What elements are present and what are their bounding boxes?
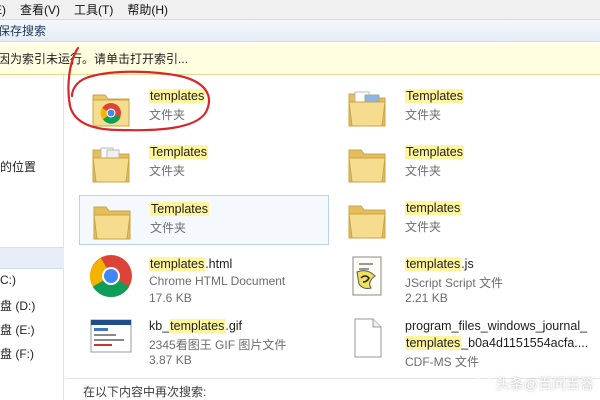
result-item[interactable]: kb_templates.gif 2345看图王 GIF 图片文件 3.87 K… bbox=[79, 313, 329, 371]
folder-icon bbox=[345, 86, 389, 130]
result-item[interactable]: templates 文件夹 bbox=[335, 195, 585, 245]
menu-bar: E) 查看(V) 工具(T) 帮助(H) bbox=[0, 0, 600, 20]
result-item[interactable]: Templates 文件夹 bbox=[79, 139, 329, 189]
result-item[interactable]: templates.html Chrome HTML Document 17.6… bbox=[79, 251, 329, 309]
result-type: 文件夹 bbox=[405, 108, 442, 122]
document-icon bbox=[345, 316, 389, 360]
nav-item-drive-f[interactable]: 盘 (F:) bbox=[0, 345, 34, 362]
result-type: CDF-MS 文件 bbox=[405, 355, 479, 369]
result-name: Templates bbox=[405, 145, 464, 159]
nav-item-drive-e[interactable]: 盘 (E:) bbox=[0, 321, 35, 338]
navigation-pane: 的位置 C:) 盘 (D:) 盘 (E:) 盘 (F:) bbox=[0, 75, 64, 400]
result-item[interactable]: templates.js JScript Script 文件 2.21 KB bbox=[335, 251, 585, 309]
result-type: 文件夹 bbox=[149, 108, 186, 122]
result-type: 2345看图王 GIF 图片文件 bbox=[149, 338, 287, 352]
result-type: 文件夹 bbox=[405, 220, 442, 234]
result-type: Chrome HTML Document bbox=[149, 274, 286, 288]
jscript-icon bbox=[345, 254, 389, 298]
result-item[interactable]: Templates 文件夹 bbox=[335, 139, 585, 189]
result-item-selected[interactable]: Templates 文件夹 bbox=[79, 195, 329, 245]
menu-help[interactable]: 帮助(H) bbox=[120, 0, 175, 20]
folder-icon bbox=[90, 199, 134, 243]
watermark: 头条@百问百答 bbox=[476, 374, 594, 394]
result-name: Templates bbox=[405, 89, 464, 103]
result-name-line1: program_files_windows_journal_ bbox=[405, 319, 588, 333]
result-size: 2.21 KB bbox=[405, 291, 448, 305]
result-size: 17.6 KB bbox=[149, 291, 192, 305]
result-item[interactable]: templates 文件夹 bbox=[79, 83, 329, 133]
result-name: templates bbox=[405, 201, 462, 215]
index-info-bar[interactable]: 因为索引未运行。请单击打开索引... bbox=[0, 43, 600, 75]
result-name: Templates bbox=[149, 145, 208, 159]
result-size: 3.87 KB bbox=[149, 353, 192, 367]
chrome-icon bbox=[89, 254, 133, 298]
command-bar: 保存搜索 bbox=[0, 20, 600, 42]
menu-view[interactable]: 查看(V) bbox=[13, 0, 67, 20]
nav-item-location[interactable]: 的位置 bbox=[0, 158, 36, 175]
folder-icon bbox=[345, 198, 389, 242]
index-info-text: 因为索引未运行。请单击打开索引... bbox=[0, 52, 189, 66]
result-name-line2: templates_b0a4d1151554acfa.... bbox=[405, 336, 589, 350]
chrome-folder-icon bbox=[89, 86, 133, 130]
nav-item-drive-d[interactable]: 盘 (D:) bbox=[0, 297, 35, 314]
menu-edit[interactable]: E) bbox=[0, 0, 13, 20]
result-item[interactable]: program_files_windows_journal_ templates… bbox=[335, 313, 600, 371]
result-name: Templates bbox=[150, 202, 209, 216]
search-results: templates 文件夹 Templates 文件夹 Templates 文件 bbox=[65, 75, 600, 400]
watermark-text: 头条@百问百答 bbox=[495, 376, 594, 392]
result-name: kb_templates.gif bbox=[149, 319, 243, 333]
gif-image-icon bbox=[89, 316, 133, 360]
result-type: 文件夹 bbox=[150, 221, 187, 235]
folder-icon bbox=[345, 142, 389, 186]
result-type: 文件夹 bbox=[405, 164, 442, 178]
menu-tools[interactable]: 工具(T) bbox=[67, 0, 120, 20]
result-name: templates.js bbox=[405, 257, 474, 271]
save-search-button[interactable]: 保存搜索 bbox=[0, 22, 46, 39]
result-type: 文件夹 bbox=[149, 164, 186, 178]
nav-item-drive-c[interactable]: C:) bbox=[0, 273, 16, 287]
result-name: templates.html bbox=[149, 257, 233, 271]
watermark-logo-icon bbox=[476, 374, 492, 394]
nav-selection-highlight bbox=[0, 247, 64, 269]
result-item[interactable]: Templates 文件夹 bbox=[335, 83, 585, 133]
result-name: templates bbox=[149, 89, 206, 103]
result-type: JScript Script 文件 bbox=[405, 276, 504, 290]
folder-icon bbox=[89, 142, 133, 186]
